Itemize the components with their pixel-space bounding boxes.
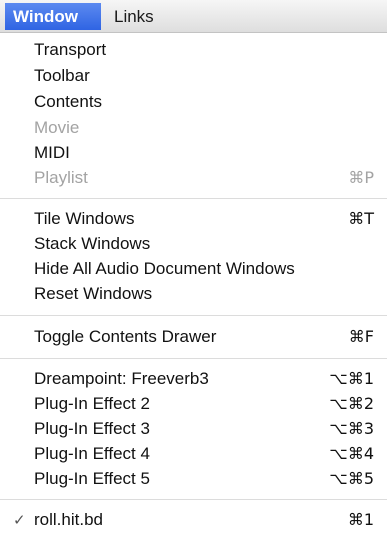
menu-item-label: Tile Windows <box>34 209 135 228</box>
menu-item-transport[interactable]: Transport <box>0 37 387 63</box>
shortcut-label: ⌥⌘3 <box>329 419 374 438</box>
shortcut-label: ⌥⌘2 <box>329 394 374 413</box>
menu-item-stack-windows[interactable]: Stack Windows <box>0 231 387 257</box>
menu-item-movie: Movie <box>0 115 387 141</box>
menu-item-contents[interactable]: Contents <box>0 89 387 115</box>
menu-item-reset-windows[interactable]: Reset Windows <box>0 281 387 307</box>
menu-item-label: Plug-In Effect 2 <box>34 394 150 413</box>
menu-item-label: Toolbar <box>34 66 90 85</box>
menu-item-tile-windows[interactable]: Tile Windows ⌘T <box>0 206 387 232</box>
window-menu-dropdown: Transport Toolbar Contents Movie MIDI Pl… <box>0 33 387 535</box>
menu-item-toolbar[interactable]: Toolbar <box>0 63 387 89</box>
shortcut-label: ⌘P <box>348 168 374 187</box>
menu-item-label: Plug-In Effect 3 <box>34 419 150 438</box>
menu-bar: Window Links <box>0 0 387 33</box>
menu-separator <box>0 358 387 359</box>
shortcut-label: ⌘1 <box>347 510 374 529</box>
menu-item-label: Plug-In Effect 5 <box>34 469 150 488</box>
shortcut-label: ⌥⌘1 <box>329 369 374 388</box>
menu-item-label: Hide All Audio Document Windows <box>34 259 295 278</box>
shortcut-label: ⌘F <box>348 327 374 346</box>
menu-item-label: Toggle Contents Drawer <box>34 327 217 346</box>
menu-item-label: Contents <box>34 92 103 111</box>
menu-separator <box>0 499 387 500</box>
menu-item-label: Playlist <box>34 168 88 187</box>
menu-item-label: Plug-In Effect 4 <box>34 444 150 463</box>
menu-item-plug-in-effect-4[interactable]: Plug-In Effect 4 ⌥⌘4 <box>0 441 387 467</box>
menu-item-label: Stack Windows <box>34 234 151 253</box>
menu-separator <box>0 198 387 199</box>
menu-item-toggle-contents-drawer[interactable]: Toggle Contents Drawer ⌘F <box>0 324 387 350</box>
menu-item-playlist: Playlist ⌘P <box>0 165 387 191</box>
menu-item-plug-in-effect-3[interactable]: Plug-In Effect 3 ⌥⌘3 <box>0 416 387 442</box>
menu-item-label: Reset Windows <box>34 284 153 303</box>
menu-item-label: roll.hit.bd <box>34 510 103 529</box>
menu-item-label: MIDI <box>34 143 70 162</box>
menu-item-roll-hit-bd[interactable]: ✓ roll.hit.bd ⌘1 <box>0 507 387 533</box>
shortcut-label: ⌥⌘4 <box>329 444 374 463</box>
menu-item-midi[interactable]: MIDI <box>0 140 387 166</box>
checkmark-icon: ✓ <box>13 511 26 529</box>
menu-item-dreampoint-freeverb3[interactable]: Dreampoint: Freeverb3 ⌥⌘1 <box>0 366 387 392</box>
shortcut-label: ⌥⌘5 <box>329 469 374 488</box>
menu-separator <box>0 315 387 316</box>
menu-item-hide-all-audio-document-windows[interactable]: Hide All Audio Document Windows <box>0 256 387 282</box>
shortcut-label: ⌘T <box>348 209 374 228</box>
menu-item-plug-in-effect-2[interactable]: Plug-In Effect 2 ⌥⌘2 <box>0 391 387 417</box>
menu-item-plug-in-effect-5[interactable]: Plug-In Effect 5 ⌥⌘5 <box>0 466 387 492</box>
menu-item-label: Transport <box>34 40 107 59</box>
menu-item-label: Movie <box>34 118 80 137</box>
menu-window[interactable]: Window <box>5 3 101 30</box>
menu-item-label: Dreampoint: Freeverb3 <box>34 369 209 388</box>
menu-links[interactable]: Links <box>114 4 154 29</box>
